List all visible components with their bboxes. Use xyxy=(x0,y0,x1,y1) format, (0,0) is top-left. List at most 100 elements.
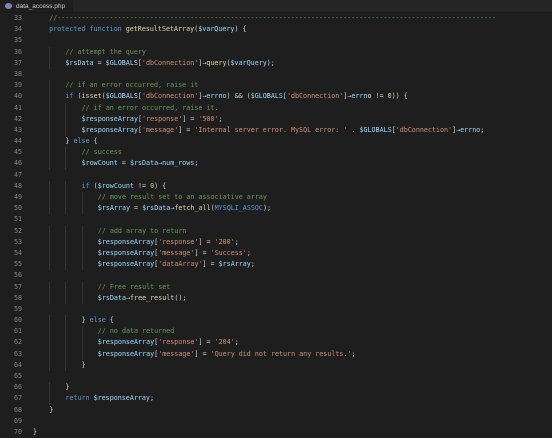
code-token: $responseArray xyxy=(82,126,138,134)
indent-guide xyxy=(49,315,50,326)
code-line: 47 xyxy=(0,170,552,181)
code-token: '500' xyxy=(198,115,218,123)
code-token: $GLOBALS xyxy=(106,59,138,67)
code-token: { xyxy=(90,137,98,145)
indent-guide xyxy=(82,226,83,237)
line-number: 49 xyxy=(0,192,22,203)
line-number: 63 xyxy=(0,349,22,360)
code-line: 50$rsArray = $rsData→fetch_all(MYSQLI_AS… xyxy=(0,203,552,214)
indent-guide xyxy=(82,337,83,348)
code-token: MYSQLI_ASSOC xyxy=(215,204,263,212)
indent-guide xyxy=(82,237,83,248)
code-token: $GLOBALS xyxy=(251,92,283,100)
code-token: { xyxy=(106,316,114,324)
code-token: != xyxy=(372,92,388,100)
indent-guide xyxy=(49,136,50,147)
code-line: 48 if ($rowCount != 0) { xyxy=(0,181,552,192)
code-token: query xyxy=(206,59,226,67)
code-text: return $responseArray; xyxy=(65,393,154,404)
code-line: 64} xyxy=(0,360,552,371)
code-line: 58$rsData→free_result(); xyxy=(0,293,552,304)
code-token: 'dbConnection' xyxy=(142,92,198,100)
code-token: $varQuery xyxy=(231,59,267,67)
line-number: 37 xyxy=(0,58,22,69)
line-number: 51 xyxy=(0,214,22,225)
code-token: $responseArray xyxy=(82,115,138,123)
code-token: $rsData xyxy=(98,294,126,302)
line-number: 66 xyxy=(0,382,22,393)
code-token: $rowCount xyxy=(82,159,118,167)
code-token: errno xyxy=(351,92,371,100)
code-token: // add array to return xyxy=(98,227,187,235)
code-text: // success xyxy=(82,147,122,158)
code-text: //--------------------------------------… xyxy=(49,13,496,24)
code-line: 44} else { xyxy=(0,136,552,147)
indent-guide xyxy=(65,226,66,237)
code-text: $rowCount = $rsData→num_rows; xyxy=(82,158,199,169)
code-line: 46$rowCount = $rsData→num_rows; xyxy=(0,158,552,169)
line-number: 69 xyxy=(0,416,22,427)
code-line: 68} xyxy=(0,405,552,416)
indent-guide xyxy=(49,293,50,304)
code-token: } xyxy=(82,316,90,324)
code-line: 38 xyxy=(0,69,552,80)
indent-guide xyxy=(65,282,66,293)
line-number: 68 xyxy=(0,405,22,416)
code-token: free_result xyxy=(130,294,174,302)
tab-data-access-php[interactable]: data_access.php xyxy=(0,0,73,12)
code-token: 'dbConnection' xyxy=(287,92,343,100)
code-token: $rsArray xyxy=(98,204,130,212)
code-line: 69 xyxy=(0,416,552,427)
code-token: ]→ xyxy=(452,126,460,134)
code-line: 34protected function getResultSetArray($… xyxy=(0,24,552,35)
code-token: $responseArray xyxy=(98,260,154,268)
code-token: ); xyxy=(267,59,275,67)
code-token: 'Query did not return any results.' xyxy=(211,350,352,358)
code-token: 'dbConnection' xyxy=(142,59,198,67)
code-line: 49 // move result set to an associative a… xyxy=(0,192,552,203)
line-number: 35 xyxy=(0,35,22,46)
code-editor[interactable]: 33//------------------------------------… xyxy=(0,13,552,414)
code-line: 43$responseArray['message'] = 'Internal … xyxy=(0,125,552,136)
code-token: ] = xyxy=(198,238,214,246)
code-text: $responseArray['dataArray'] = $rsArray; xyxy=(98,259,255,270)
indent-guide xyxy=(49,192,50,203)
code-token: $responseArray xyxy=(98,238,154,246)
code-line: 62$responseArray['response'] = '204'; xyxy=(0,337,552,348)
code-token: . xyxy=(347,126,359,134)
code-token: // move result set to an associative arr… xyxy=(98,193,267,201)
line-number: 50 xyxy=(0,203,22,214)
code-text: $rsData = $GLOBALS['dbConnection']→query… xyxy=(65,58,274,69)
line-number: 47 xyxy=(0,170,22,181)
code-text: // if an error occurred, raise it. xyxy=(82,103,219,114)
indent-guide xyxy=(65,248,66,259)
tab-bar: data_access.php xyxy=(0,0,552,13)
code-token: ( xyxy=(90,182,98,190)
indent-guide xyxy=(65,360,66,371)
code-token: = xyxy=(130,204,142,212)
indent-guide xyxy=(49,259,50,270)
indent-guide xyxy=(82,293,83,304)
code-token: } xyxy=(33,428,37,436)
code-token: $GLOBALS xyxy=(359,126,391,134)
code-token: ; xyxy=(480,126,484,134)
code-text: if ($rowCount != 0) { xyxy=(82,181,167,192)
code-token: 'response' xyxy=(158,238,198,246)
code-token: )) { xyxy=(392,92,408,100)
code-line: 54$responseArray['message'] = 'Success'; xyxy=(0,248,552,259)
code-line: 35 xyxy=(0,35,552,46)
line-number: 48 xyxy=(0,181,22,192)
code-token: $rowCount xyxy=(98,182,134,190)
indent-guide xyxy=(49,47,50,58)
indent-guide xyxy=(65,337,66,348)
code-token: // success xyxy=(82,148,122,156)
line-number: 65 xyxy=(0,371,22,382)
code-text: } else { xyxy=(82,315,114,326)
indent-guide xyxy=(65,315,66,326)
line-number: 54 xyxy=(0,248,22,259)
code-line: 33//------------------------------------… xyxy=(0,13,552,24)
code-token: else xyxy=(73,137,89,145)
code-text: } xyxy=(49,405,53,416)
line-number: 45 xyxy=(0,147,22,158)
indent-guide xyxy=(65,158,66,169)
